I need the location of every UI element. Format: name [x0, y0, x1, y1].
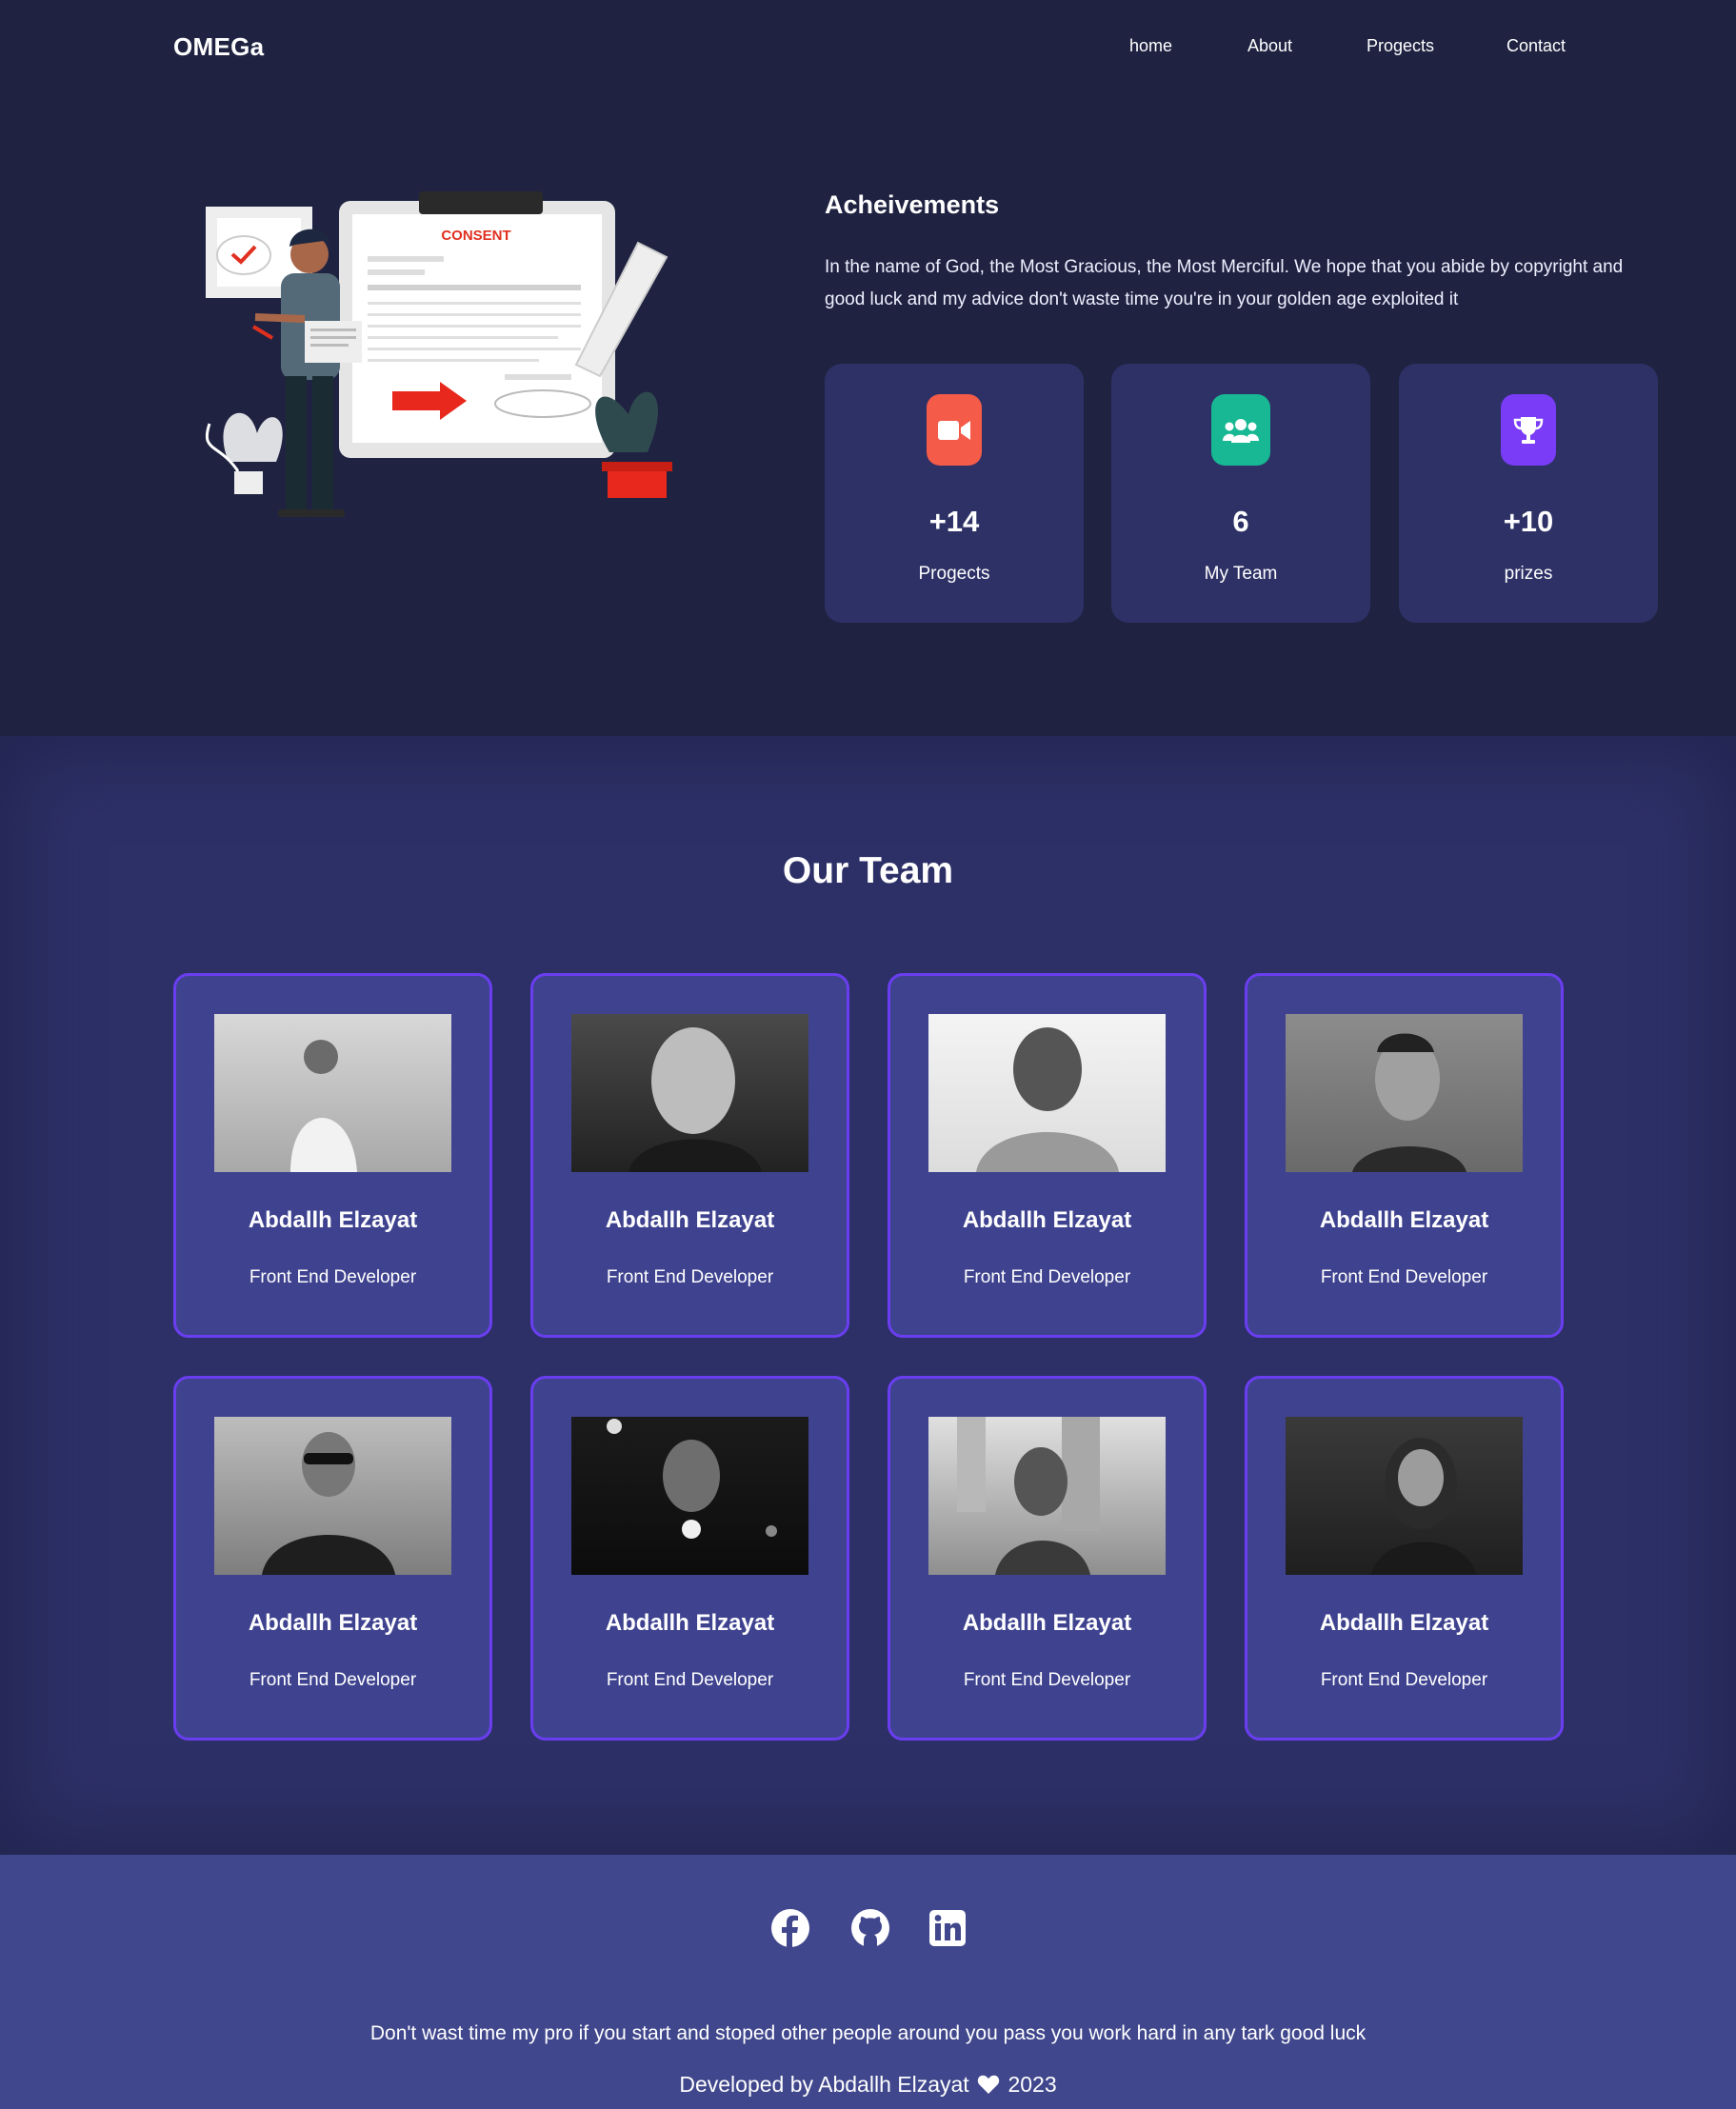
- heart-icon: [977, 2075, 1000, 2094]
- team-users-icon: [1211, 394, 1270, 466]
- nav-link-home[interactable]: home: [1129, 36, 1172, 56]
- stat-label: prizes: [1504, 564, 1553, 584]
- team-title: Our Team: [782, 850, 954, 891]
- team-member-card: Abdallh Elzayat Front End Developer: [1245, 973, 1564, 1338]
- stat-card-prizes: +10 prizes: [1399, 364, 1658, 623]
- stat-value: 6: [1232, 505, 1249, 538]
- member-name: Abdallh Elzayat: [1319, 1610, 1489, 1636]
- member-name: Abdallh Elzayat: [962, 1207, 1132, 1233]
- member-role: Front End Developer: [249, 1267, 417, 1287]
- member-role: Front End Developer: [606, 1670, 774, 1690]
- team-member-card: Abdallh Elzayat Front End Developer: [888, 973, 1207, 1338]
- member-role: Front End Developer: [1320, 1267, 1488, 1287]
- member-role: Front End Developer: [249, 1670, 417, 1690]
- video-camera-icon: [927, 394, 982, 466]
- trophy-icon: [1501, 394, 1556, 466]
- nav-link-about[interactable]: About: [1247, 36, 1292, 56]
- member-photo: [1286, 1014, 1523, 1172]
- stat-value: +14: [928, 505, 980, 538]
- github-icon[interactable]: [850, 1908, 890, 1948]
- team-member-card: Abdallh Elzayat Front End Developer: [888, 1376, 1207, 1741]
- member-name: Abdallh Elzayat: [1319, 1207, 1489, 1233]
- footer-credit: Developed by Abdallh Elzayat 2023: [0, 2072, 1736, 2098]
- member-role: Front End Developer: [606, 1267, 774, 1287]
- member-role: Front End Developer: [963, 1670, 1131, 1690]
- member-role: Front End Developer: [963, 1267, 1131, 1287]
- linkedin-icon[interactable]: [928, 1908, 968, 1948]
- main-nav: home About Progects Contact: [0, 36, 1736, 65]
- member-photo: [571, 1014, 808, 1172]
- stat-card-projects: +14 Progects: [825, 364, 1084, 623]
- facebook-icon[interactable]: [770, 1908, 810, 1948]
- achievements-section: CONSENT Acheivements In the name of God,…: [0, 95, 1736, 736]
- member-name: Abdallh Elzayat: [605, 1610, 775, 1636]
- team-member-card: Abdallh Elzayat Front End Developer: [1245, 1376, 1564, 1741]
- nav-link-contact[interactable]: Contact: [1507, 36, 1566, 56]
- member-name: Abdallh Elzayat: [248, 1610, 418, 1636]
- site-footer: Don't wast time my pro if you start and …: [0, 1855, 1736, 2109]
- team-member-card: Abdallh Elzayat Front End Developer: [173, 1376, 492, 1741]
- stat-label: Progects: [918, 564, 990, 584]
- achievements-title: Acheivements: [825, 190, 1000, 219]
- site-header: OMEGa home About Progects Contact: [0, 0, 1736, 95]
- member-photo: [571, 1417, 808, 1575]
- team-member-card: Abdallh Elzayat Front End Developer: [530, 973, 849, 1338]
- stat-card-team: 6 My Team: [1111, 364, 1370, 623]
- social-links: [0, 1908, 1736, 1950]
- member-name: Abdallh Elzayat: [605, 1207, 775, 1233]
- stat-value: +10: [1503, 505, 1554, 538]
- stat-label: My Team: [1204, 564, 1278, 584]
- team-member-card: Abdallh Elzayat Front End Developer: [530, 1376, 849, 1741]
- consent-label: CONSENT: [441, 228, 510, 244]
- nav-link-projects[interactable]: Progects: [1367, 36, 1434, 56]
- member-photo: [214, 1014, 451, 1172]
- member-photo: [214, 1417, 451, 1575]
- member-name: Abdallh Elzayat: [248, 1207, 418, 1233]
- member-photo: [928, 1417, 1166, 1575]
- consent-illustration: CONSENT: [205, 191, 672, 517]
- member-photo: [1286, 1417, 1523, 1575]
- member-photo: [928, 1014, 1166, 1172]
- team-member-card: Abdallh Elzayat Front End Developer: [173, 973, 492, 1338]
- member-name: Abdallh Elzayat: [962, 1610, 1132, 1636]
- achievements-description: In the name of God, the Most Gracious, t…: [825, 257, 1624, 309]
- credit-year: 2023: [1008, 2072, 1057, 2097]
- team-section: Our Team Abdallh Elzayat Front End Devel…: [0, 736, 1736, 1855]
- footer-message: Don't wast time my pro if you start and …: [369, 2022, 1367, 2044]
- credit-text: Developed by Abdallh Elzayat: [679, 2072, 969, 2097]
- member-role: Front End Developer: [1320, 1670, 1488, 1690]
